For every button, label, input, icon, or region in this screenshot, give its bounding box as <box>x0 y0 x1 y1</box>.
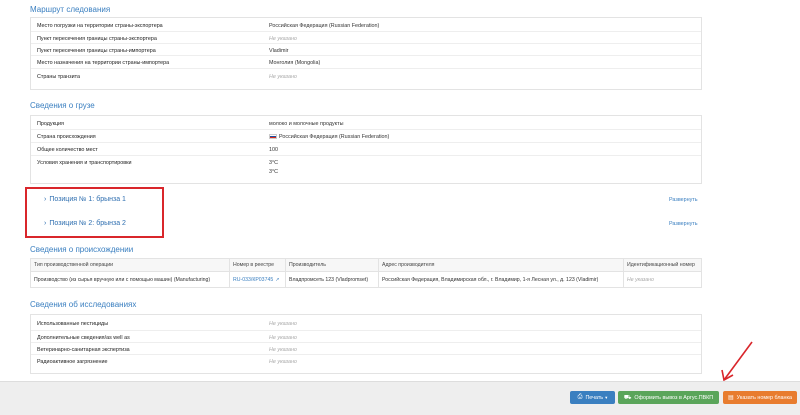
registry-link[interactable]: RU-033/КР03745 <box>233 277 273 283</box>
document-icon: ▤ <box>727 395 734 401</box>
cargo-row: Общее количество мест 100 <box>31 143 701 156</box>
cargo-row: Условия хранения и транспортировки 3°C 3… <box>31 156 701 184</box>
cargo-value: Российская Федерация (Russian Federation… <box>269 134 389 140</box>
external-link-icon: ↗ <box>275 277 280 283</box>
printer-icon: ⎙ <box>577 394 583 400</box>
footer-bar: ⎙ Печать ▾ ⛟ Оформить вывоз в Аргус.ПВКП… <box>0 381 800 415</box>
research-row: Дополнительные сведения/as well as Не ук… <box>31 331 701 343</box>
position-1-toggle[interactable]: › Позиция № 1: брынза 1 <box>44 196 126 203</box>
route-value: Vladimir <box>269 48 289 54</box>
truck-icon: ⛟ <box>623 394 632 401</box>
cargo-row: Продукция молоко и молочные продукты <box>31 116 701 130</box>
cargo-label: Страна происхождения <box>37 134 96 140</box>
producer-cell: Владпромсеть 123 (Vladpromset) <box>286 272 379 288</box>
expand-position-2-link[interactable]: Развернуть <box>669 221 698 227</box>
address-cell: Российская Федерация, Владимирская обл.,… <box>379 272 624 288</box>
route-label: Пункт пересечения границы страны-импорте… <box>37 48 156 54</box>
set-form-number-button[interactable]: ▤ Указать номер бланка <box>723 391 797 404</box>
research-row: Радиоактивное загрязнение Не указано <box>31 355 701 374</box>
cargo-label: Продукция <box>37 121 64 127</box>
research-row: Ветеринарно-санитарная экспертиза Не ука… <box>31 343 701 355</box>
operation-cell: Производство (из сырья вручную или с пом… <box>31 272 230 288</box>
chevron-right-icon: › <box>44 196 47 203</box>
research-label: Дополнительные сведения/as well as <box>37 335 130 341</box>
origin-table-header: Тип производственной операции Номер в ре… <box>31 259 701 272</box>
route-value: Российская Федерация (Russian Federation… <box>269 23 380 29</box>
header-cell: Производитель <box>286 259 379 271</box>
research-value: Не указано <box>269 359 297 365</box>
position-2-toggle[interactable]: › Позиция № 2: брынза 2 <box>44 220 126 227</box>
research-label: Ветеринарно-санитарная экспертиза <box>37 347 130 353</box>
research-label: Радиоактивное загрязнение <box>37 359 108 365</box>
print-label: Печать <box>585 394 604 401</box>
issue-label: Оформить вывоз в Аргус.ПВКП <box>634 394 714 401</box>
cargo-value: 100 <box>269 147 278 153</box>
header-cell: Тип производственной операции <box>31 259 230 271</box>
cargo-panel: Продукция молоко и молочные продукты Стр… <box>30 115 702 184</box>
research-row: Использованные пестициды Не указано <box>31 315 701 331</box>
highlight-box <box>25 187 164 238</box>
research-label: Использованные пестициды <box>37 321 109 327</box>
cargo-section-title: Сведения о грузе <box>30 101 95 110</box>
position-2-label: Позиция № 2: брынза 2 <box>49 220 126 227</box>
origin-section-title: Сведения о происхождении <box>30 245 134 254</box>
route-row: Пункт пересечения границы страны-экспорт… <box>31 32 701 44</box>
route-value: Не указано <box>269 74 297 80</box>
route-value: Не указано <box>269 36 297 42</box>
cargo-value: 3°C <box>269 160 279 166</box>
route-section-title: Маршрут следования <box>30 5 111 14</box>
issue-export-button[interactable]: ⛟ Оформить вывоз в Аргус.ПВКП <box>618 391 719 404</box>
cargo-country: Российская Федерация (Russian Federation… <box>279 134 390 140</box>
route-label: Страны транзита <box>37 74 81 80</box>
cargo-row: Страна происхождения Российская Федераци… <box>31 130 701 143</box>
cargo-value-2: 3°C <box>269 169 279 175</box>
route-label: Место погрузки на территории страны-эксп… <box>37 23 163 29</box>
route-row: Пункт пересечения границы страны-импорте… <box>31 44 701 56</box>
route-label: Пункт пересечения границы страны-экспорт… <box>37 36 157 42</box>
chevron-down-icon: ▾ <box>605 394 608 400</box>
origin-table: Тип производственной операции Номер в ре… <box>30 258 702 288</box>
id-cell: Не указано <box>627 277 654 283</box>
position-1-label: Позиция № 1: брынза 1 <box>49 196 126 203</box>
research-value: Не указано <box>269 321 297 327</box>
chevron-right-icon: › <box>44 220 47 227</box>
route-row: Страны транзита Не указано <box>31 69 701 90</box>
route-panel: Место погрузки на территории страны-эксп… <box>30 17 702 90</box>
print-button[interactable]: ⎙ Печать ▾ <box>570 391 615 404</box>
route-value: Монголия (Mongolia) <box>269 60 321 66</box>
expand-position-1-link[interactable]: Развернуть <box>669 197 698 203</box>
research-value: Не указано <box>269 347 297 353</box>
header-cell: Идентификационный номер <box>627 262 695 268</box>
research-value: Не указано <box>269 335 297 341</box>
header-cell: Адрес производителя <box>379 259 624 271</box>
header-cell: Номер в реестре <box>230 259 286 271</box>
russia-flag-icon <box>269 134 277 140</box>
table-row: Производство (из сырья вручную или с пом… <box>31 272 701 288</box>
research-section-title: Сведения об исследованиях <box>30 300 137 309</box>
number-label: Указать номер бланка <box>736 394 792 401</box>
cargo-value: молоко и молочные продукты <box>269 121 344 127</box>
registry-cell: RU-033/КР03745 ↗ <box>230 272 286 288</box>
cargo-label: Общее количество мест <box>37 147 98 153</box>
route-row: Место назначения на территории страны-им… <box>31 56 701 69</box>
cargo-label: Условия хранения и транспортировки <box>37 160 132 166</box>
route-row: Место погрузки на территории страны-эксп… <box>31 18 701 32</box>
route-label: Место назначения на территории страны-им… <box>37 60 170 66</box>
research-panel: Использованные пестициды Не указано Допо… <box>30 314 702 374</box>
